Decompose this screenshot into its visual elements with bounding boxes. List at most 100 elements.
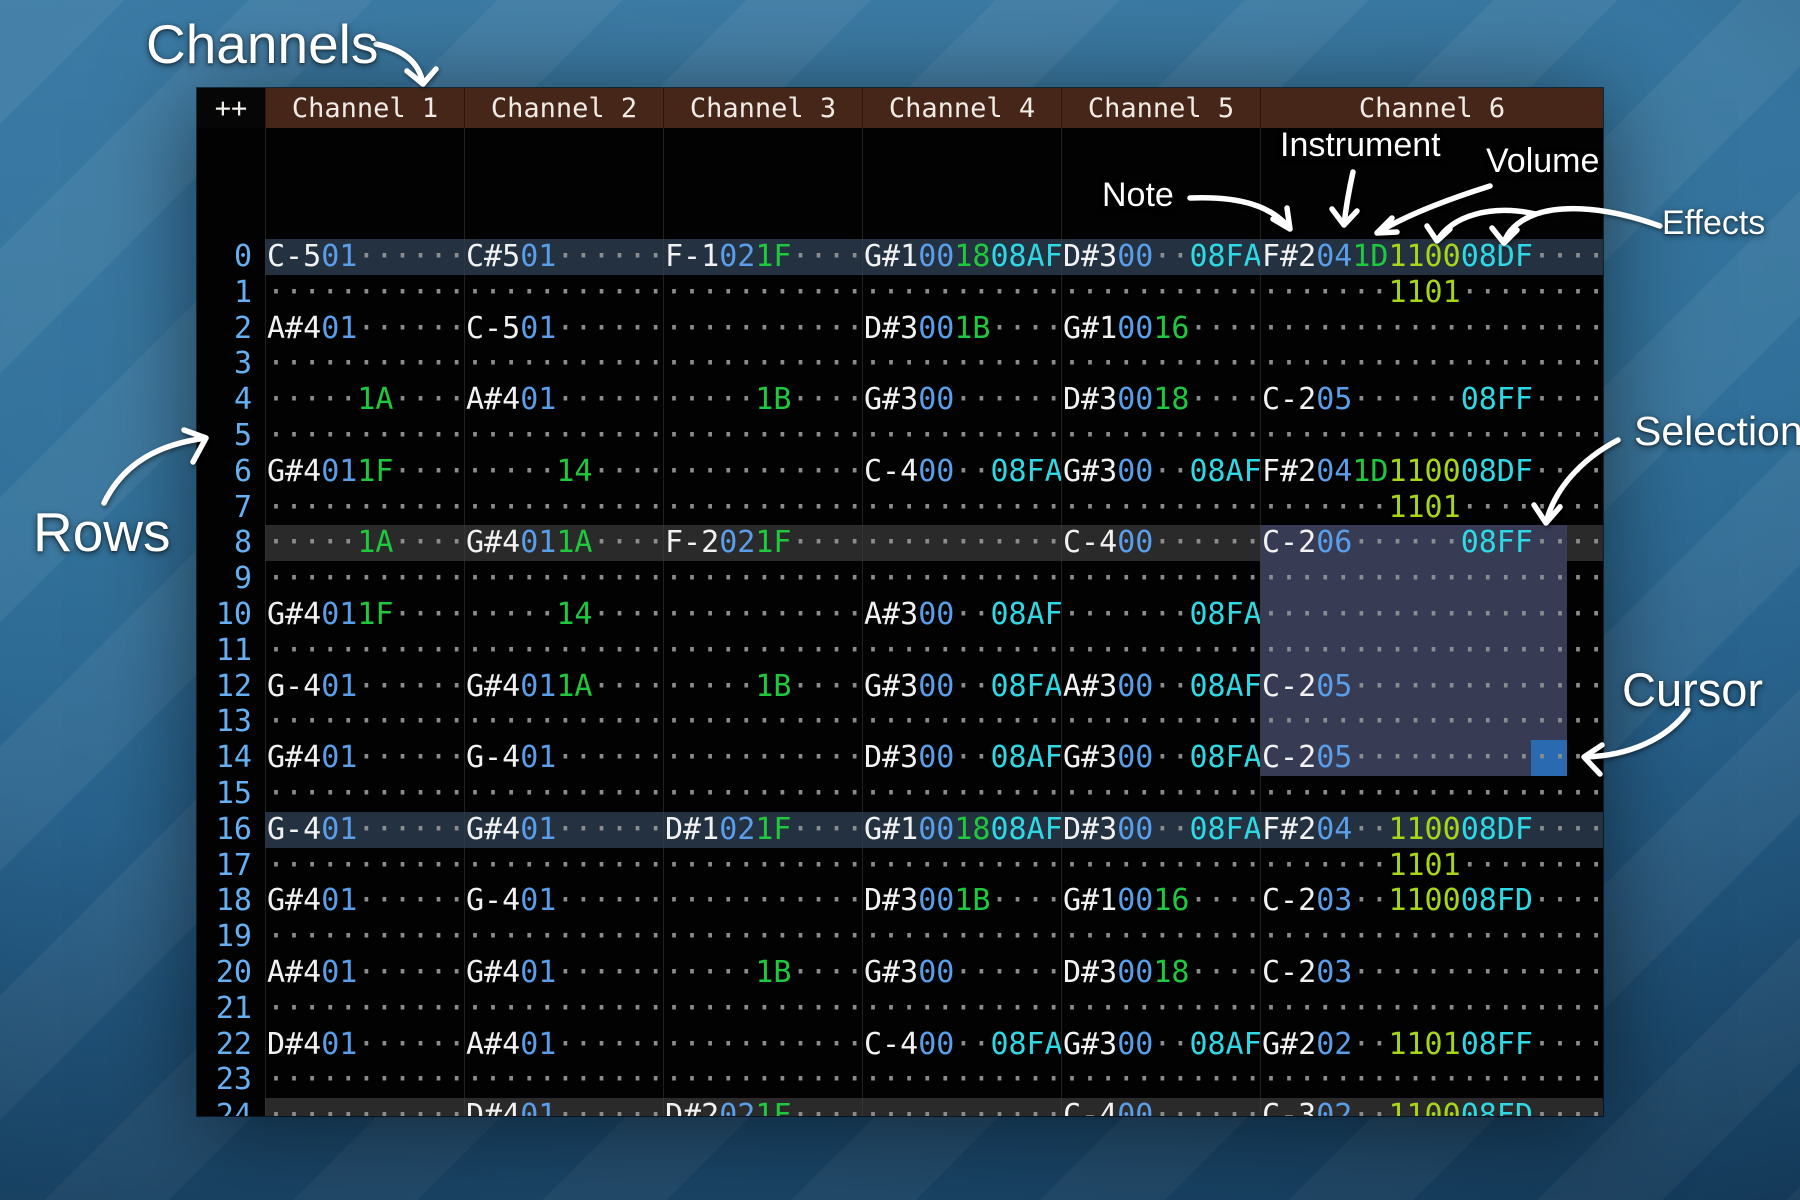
pattern-cell[interactable]: D#300··08FA xyxy=(1061,812,1260,848)
pattern-cell[interactable]: ·····1A···· xyxy=(265,525,464,561)
pattern-cell[interactable]: ··········· xyxy=(862,561,1061,597)
pattern-cell[interactable]: ··········· xyxy=(464,418,663,454)
pattern-cell[interactable]: ··················· xyxy=(1260,311,1603,347)
pattern-corner-button[interactable]: ++ xyxy=(197,88,265,128)
pattern-cell[interactable]: ··················· xyxy=(1260,346,1603,382)
pattern-cell[interactable]: ··················· xyxy=(1260,1062,1603,1098)
pattern-cell[interactable]: G#4011A···· xyxy=(464,525,663,561)
pattern-cell[interactable]: G#300··08FA xyxy=(862,669,1061,705)
pattern-cell[interactable]: G#300······ xyxy=(862,382,1061,418)
pattern-cell[interactable]: ··········· xyxy=(862,704,1061,740)
pattern-cell[interactable]: C-501······ xyxy=(265,239,464,275)
pattern-cell[interactable]: ··········· xyxy=(1061,704,1260,740)
pattern-cell[interactable]: ·····1A···· xyxy=(265,382,464,418)
pattern-cell[interactable]: ··········· xyxy=(663,418,862,454)
pattern-cell[interactable]: ··········· xyxy=(265,919,464,955)
pattern-cell[interactable]: ··········· xyxy=(663,1062,862,1098)
pattern-cell[interactable]: G#401······ xyxy=(464,812,663,848)
pattern-cell[interactable]: ··········· xyxy=(663,919,862,955)
pattern-cell[interactable]: A#300··08AF xyxy=(862,597,1061,633)
pattern-cell[interactable]: ··········· xyxy=(1061,1062,1260,1098)
pattern-cell[interactable]: G#401······ xyxy=(265,740,464,776)
pattern-cell[interactable]: ··········· xyxy=(663,346,862,382)
pattern-cell[interactable]: ·······1101········ xyxy=(1260,848,1603,884)
pattern-cell[interactable]: D#401······ xyxy=(464,1098,663,1116)
pattern-cell[interactable]: ··················· xyxy=(1260,919,1603,955)
pattern-cell[interactable]: F-2021F···· xyxy=(663,525,862,561)
pattern-cell[interactable]: G#4011A···· xyxy=(464,669,663,705)
pattern-cell[interactable]: ··········· xyxy=(265,490,464,526)
pattern-cell[interactable]: ··········· xyxy=(265,418,464,454)
pattern-cell[interactable]: ··········· xyxy=(464,848,663,884)
pattern-cell[interactable]: G#10016···· xyxy=(1061,883,1260,919)
pattern-cell[interactable]: A#401······ xyxy=(464,382,663,418)
pattern-cell[interactable]: ··················· xyxy=(1260,418,1603,454)
pattern-cell[interactable]: D#300··08AF xyxy=(862,740,1061,776)
pattern-cell[interactable]: ··········· xyxy=(663,991,862,1027)
pattern-cell[interactable]: G#1001808AF xyxy=(862,812,1061,848)
channel-header[interactable]: Channel 3 xyxy=(663,88,862,128)
pattern-cell[interactable]: ·····1B···· xyxy=(663,382,862,418)
pattern-cell[interactable]: ··················· xyxy=(1260,561,1603,597)
pattern-cell[interactable]: G#401······ xyxy=(464,955,663,991)
pattern-cell[interactable]: G#300··08AF xyxy=(1061,454,1260,490)
pattern-cell[interactable]: ··········· xyxy=(862,991,1061,1027)
pattern-cell[interactable]: ·····1B···· xyxy=(663,955,862,991)
pattern-cell[interactable]: C-400······ xyxy=(1061,1098,1260,1116)
pattern-cell[interactable]: D#2021F···· xyxy=(663,1098,862,1116)
pattern-cell[interactable]: ··········· xyxy=(464,633,663,669)
pattern-cell[interactable]: C-206······08FF···· xyxy=(1260,525,1603,561)
pattern-cell[interactable]: ··········· xyxy=(663,490,862,526)
pattern-cell[interactable]: G-401······ xyxy=(464,883,663,919)
pattern-cell[interactable]: G#4011F···· xyxy=(265,597,464,633)
pattern-cell[interactable]: ··················· xyxy=(1260,991,1603,1027)
pattern-cell[interactable]: C-205······08FF···· xyxy=(1260,382,1603,418)
channel-header[interactable]: Channel 2 xyxy=(464,88,663,128)
pattern-cell[interactable]: ··········· xyxy=(1061,418,1260,454)
pattern-cell[interactable]: ··········· xyxy=(265,346,464,382)
pattern-cell[interactable]: ··········· xyxy=(464,561,663,597)
pattern-cell[interactable]: D#1021F···· xyxy=(663,812,862,848)
pattern-cell[interactable]: ··········· xyxy=(862,776,1061,812)
pattern-cell[interactable]: ··········· xyxy=(1061,633,1260,669)
pattern-cell[interactable]: ··········· xyxy=(862,919,1061,955)
pattern-cell[interactable]: ··················· xyxy=(1260,597,1603,633)
pattern-cell[interactable]: C-302··110008FD···· xyxy=(1260,1098,1603,1116)
pattern-cell[interactable]: D#401······ xyxy=(265,1027,464,1063)
pattern-cell[interactable]: ··········· xyxy=(862,1062,1061,1098)
pattern-cell[interactable]: ··········· xyxy=(663,704,862,740)
pattern-cell[interactable]: ··········· xyxy=(663,454,862,490)
pattern-cell[interactable]: ··········· xyxy=(265,1098,464,1116)
pattern-cell[interactable]: ··················· xyxy=(1260,704,1603,740)
pattern-cell[interactable]: F#2041D110008DF···· xyxy=(1260,454,1603,490)
pattern-cell[interactable]: ··········· xyxy=(1061,776,1260,812)
pattern-cell[interactable]: ··········· xyxy=(663,561,862,597)
pattern-cell[interactable]: C-400··08FA xyxy=(862,1027,1061,1063)
pattern-cell[interactable]: D#3001B···· xyxy=(862,883,1061,919)
pattern-cell[interactable]: ··········· xyxy=(265,848,464,884)
pattern-cell[interactable]: ··········· xyxy=(265,991,464,1027)
pattern-cell[interactable]: ··········· xyxy=(862,1098,1061,1116)
pattern-cell[interactable]: ··········· xyxy=(1061,991,1260,1027)
pattern-cell[interactable]: ··················· xyxy=(1260,776,1603,812)
pattern-cell[interactable]: ··········· xyxy=(862,525,1061,561)
pattern-cell[interactable]: C-400··08FA xyxy=(862,454,1061,490)
pattern-cell[interactable]: F#204··110008DF···· xyxy=(1260,812,1603,848)
pattern-cell[interactable]: D#30018···· xyxy=(1061,955,1260,991)
pattern-cell[interactable]: C#501······ xyxy=(464,239,663,275)
pattern-cell[interactable]: C-205·············· xyxy=(1260,740,1603,776)
pattern-cell[interactable]: ··········· xyxy=(265,633,464,669)
pattern-cell[interactable]: ··········· xyxy=(663,848,862,884)
pattern-cell[interactable]: ··········· xyxy=(862,848,1061,884)
pattern-cell[interactable]: ··········· xyxy=(663,311,862,347)
pattern-cell[interactable]: A#401······ xyxy=(464,1027,663,1063)
pattern-cell[interactable]: G#401······ xyxy=(265,883,464,919)
pattern-cell[interactable]: ··········· xyxy=(663,740,862,776)
pattern-cell[interactable]: ··········· xyxy=(862,275,1061,311)
pattern-cell[interactable]: G#10016···· xyxy=(1061,311,1260,347)
pattern-cell[interactable]: ··········· xyxy=(862,418,1061,454)
pattern-cell[interactable]: ··········· xyxy=(265,275,464,311)
pattern-cell[interactable]: G#202··110108FF···· xyxy=(1260,1027,1603,1063)
pattern-cell[interactable]: ··········· xyxy=(663,1027,862,1063)
pattern-cell[interactable]: ··········· xyxy=(265,776,464,812)
